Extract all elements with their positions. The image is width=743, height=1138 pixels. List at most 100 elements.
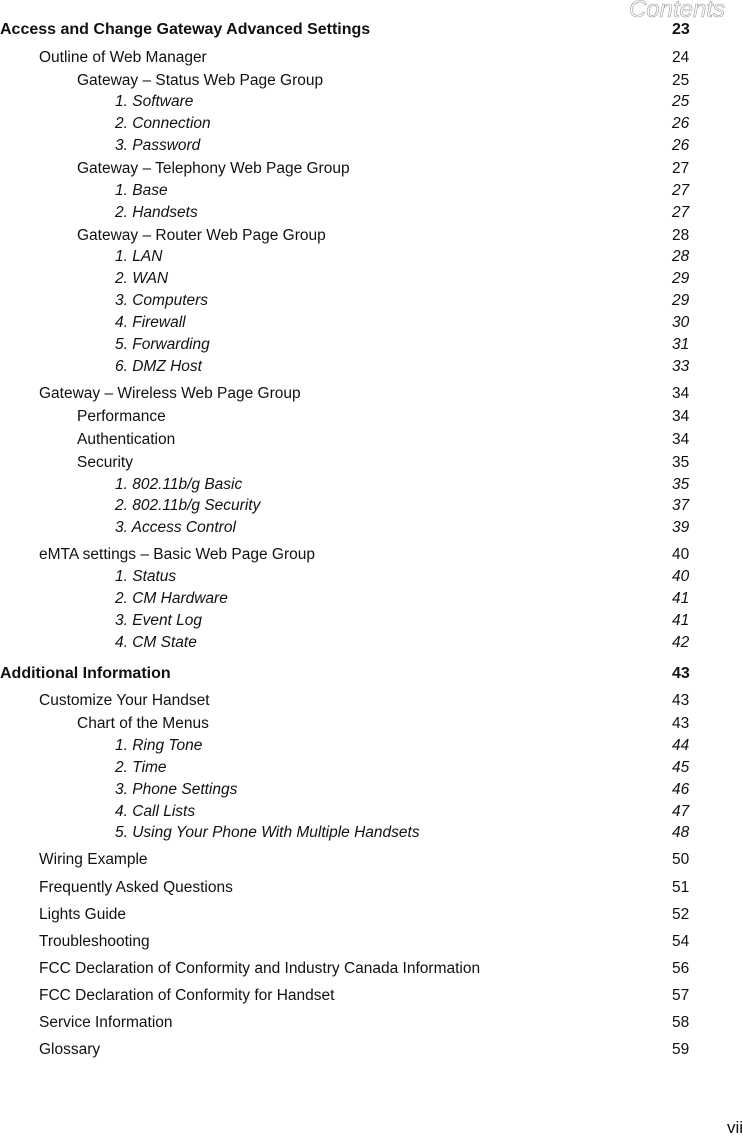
toc-entry-page-number: 35 bbox=[672, 476, 690, 493]
toc-entry-page-number: 26 bbox=[672, 137, 690, 154]
toc-entry[interactable]: 1. Status 40 bbox=[0, 566, 743, 588]
toc-entry[interactable]: 6. DMZ Host 33 bbox=[0, 356, 743, 378]
toc-entry-title: 4. Firewall bbox=[115, 314, 186, 331]
toc-entry[interactable]: Performance 34 bbox=[0, 406, 743, 428]
toc-entry[interactable]: 2. WAN 29 bbox=[0, 268, 743, 290]
toc-entry-page-number: 57 bbox=[672, 987, 690, 1004]
toc-entry-title: 3. Access Control bbox=[115, 519, 236, 536]
toc-entry[interactable]: Service Information 58 bbox=[0, 1012, 743, 1034]
toc-entry-page-number: 27 bbox=[672, 182, 690, 199]
toc-entry-page-number: 27 bbox=[672, 160, 690, 177]
toc-entry-title: eMTA settings – Basic Web Page Group bbox=[39, 546, 315, 563]
toc-entry-page-number: 45 bbox=[672, 759, 690, 776]
toc-entry[interactable]: 2. CM Hardware 41 bbox=[0, 588, 743, 610]
toc-entry[interactable]: 3. Password 26 bbox=[0, 135, 743, 157]
toc-entry-page-number: 28 bbox=[672, 248, 690, 265]
page-number: vii bbox=[726, 1118, 743, 1137]
toc-entry-page-number: 50 bbox=[672, 851, 690, 868]
toc-entry-page-number: 40 bbox=[672, 546, 690, 563]
toc-entry-title: Outline of Web Manager bbox=[39, 49, 207, 66]
toc-entry[interactable]: Troubleshooting 54 bbox=[0, 931, 743, 953]
toc-entry[interactable]: Lights Guide 52 bbox=[0, 904, 743, 926]
toc-entry-page-number: 43 bbox=[672, 692, 690, 709]
toc-entry-title: Service Information bbox=[39, 1014, 173, 1031]
toc-entry[interactable]: 2. Handsets 27 bbox=[0, 202, 743, 224]
toc-entry-title: 4. CM State bbox=[115, 634, 197, 651]
toc-entry[interactable]: FCC Declaration of Conformity for Handse… bbox=[0, 985, 743, 1007]
toc-entry-page-number: 28 bbox=[672, 227, 690, 244]
toc-entry[interactable]: Glossary 59 bbox=[0, 1039, 743, 1061]
toc-entry-page-number: 43 bbox=[672, 715, 690, 732]
toc-entry-title: Troubleshooting bbox=[39, 933, 150, 950]
toc-entry[interactable]: 2. 802.11b/g Security 37 bbox=[0, 495, 743, 517]
toc-entry[interactable]: 4. CM State 42 bbox=[0, 632, 743, 654]
toc-entry-title: 5. Using Your Phone With Multiple Handse… bbox=[115, 824, 420, 841]
toc-entry-page-number: 43 bbox=[672, 665, 690, 682]
toc-entry[interactable]: 3. Event Log 41 bbox=[0, 610, 743, 632]
toc-entry[interactable]: Gateway – Wireless Web Page Group 34 bbox=[0, 383, 743, 405]
toc-entry[interactable]: 1. 802.11b/g Basic 35 bbox=[0, 474, 743, 496]
toc-entry[interactable]: Customize Your Handset 43 bbox=[0, 690, 743, 712]
toc-entry-title: 2. Handsets bbox=[115, 204, 198, 221]
toc-entry[interactable]: 1. Software 25 bbox=[0, 91, 743, 113]
toc-entry-title: 1. 802.11b/g Basic bbox=[115, 476, 243, 493]
table-of-contents: Access and Change Gateway Advanced Setti… bbox=[0, 0, 743, 1136]
toc-entry[interactable]: Gateway – Telephony Web Page Group 27 bbox=[0, 158, 743, 180]
toc-entry-title: 1. Base bbox=[115, 182, 168, 199]
toc-entry-page-number: 35 bbox=[672, 454, 690, 471]
toc-entry[interactable]: 3. Computers 29 bbox=[0, 290, 743, 312]
toc-entry-title: FCC Declaration of Conformity for Handse… bbox=[39, 987, 335, 1004]
toc-entry-title: 2. Connection bbox=[115, 115, 211, 132]
toc-entry[interactable]: Frequently Asked Questions 51 bbox=[0, 877, 743, 899]
toc-entry[interactable]: 2. Time 45 bbox=[0, 757, 743, 779]
toc-entry-title: Additional Information bbox=[0, 665, 171, 682]
toc-entry[interactable]: Gateway – Status Web Page Group 25 bbox=[0, 70, 743, 92]
toc-entry[interactable]: 5. Using Your Phone With Multiple Handse… bbox=[0, 822, 743, 844]
toc-entry-page-number: 34 bbox=[672, 408, 690, 425]
toc-entry-title: Gateway – Wireless Web Page Group bbox=[39, 385, 301, 402]
toc-section-heading[interactable]: Access and Change Gateway Advanced Setti… bbox=[0, 19, 743, 41]
toc-entry-title: 3. Event Log bbox=[115, 612, 203, 629]
toc-entry[interactable]: Authentication 34 bbox=[0, 429, 743, 451]
toc-entry-page-number: 30 bbox=[672, 314, 690, 331]
toc-entry[interactable]: 2. Connection 26 bbox=[0, 113, 743, 135]
toc-entry-page-number: 29 bbox=[672, 270, 690, 287]
toc-entry[interactable]: 1. Base 27 bbox=[0, 180, 743, 202]
toc-entry-page-number: 27 bbox=[672, 204, 690, 221]
toc-entry[interactable]: 4. Firewall 30 bbox=[0, 312, 743, 334]
toc-entry-title: Security bbox=[77, 454, 133, 471]
toc-entry-page-number: 59 bbox=[672, 1041, 690, 1058]
toc-entry-title: 2. WAN bbox=[115, 270, 169, 287]
toc-entry[interactable]: 4. Call Lists 47 bbox=[0, 801, 743, 823]
toc-entry[interactable]: 3. Phone Settings 46 bbox=[0, 779, 743, 801]
toc-entry[interactable]: Gateway – Router Web Page Group 28 bbox=[0, 225, 743, 247]
toc-entry[interactable]: Security 35 bbox=[0, 452, 743, 474]
toc-entry[interactable]: FCC Declaration of Conformity and Indust… bbox=[0, 958, 743, 980]
toc-entry-page-number: 34 bbox=[672, 431, 690, 448]
toc-entry-page-number: 54 bbox=[672, 933, 690, 950]
toc-section-heading[interactable]: Additional Information 43 bbox=[0, 663, 743, 685]
toc-entry[interactable]: 5. Forwarding 31 bbox=[0, 334, 743, 356]
toc-entry-title: Customize Your Handset bbox=[39, 692, 210, 709]
toc-entry-page-number: 42 bbox=[672, 634, 690, 651]
toc-entry-page-number: 48 bbox=[672, 824, 690, 841]
toc-entry-page-number: 33 bbox=[672, 358, 690, 375]
toc-entry[interactable]: Wiring Example 50 bbox=[0, 849, 743, 871]
toc-entry-page-number: 25 bbox=[672, 72, 690, 89]
toc-entry[interactable]: 3. Access Control 39 bbox=[0, 517, 743, 539]
toc-entry-page-number: 40 bbox=[672, 568, 690, 585]
toc-entry-page-number: 29 bbox=[672, 292, 690, 309]
toc-entry-title: Glossary bbox=[39, 1041, 101, 1058]
toc-entry-title: Gateway – Telephony Web Page Group bbox=[77, 160, 350, 177]
toc-entry-title: 2. 802.11b/g Security bbox=[115, 497, 261, 514]
toc-entry-page-number: 46 bbox=[672, 781, 690, 798]
toc-entry-page-number: 25 bbox=[672, 93, 690, 110]
toc-entry-title: 2. CM Hardware bbox=[115, 590, 228, 607]
toc-entry[interactable]: Outline of Web Manager 24 bbox=[0, 47, 743, 69]
toc-entry-title: 3. Computers bbox=[115, 292, 209, 309]
toc-entry[interactable]: 1. LAN 28 bbox=[0, 246, 743, 268]
toc-entry-title: Gateway – Router Web Page Group bbox=[77, 227, 326, 244]
toc-entry[interactable]: Chart of the Menus 43 bbox=[0, 713, 743, 735]
toc-entry[interactable]: 1. Ring Tone 44 bbox=[0, 735, 743, 757]
toc-entry[interactable]: eMTA settings – Basic Web Page Group 40 bbox=[0, 544, 743, 566]
